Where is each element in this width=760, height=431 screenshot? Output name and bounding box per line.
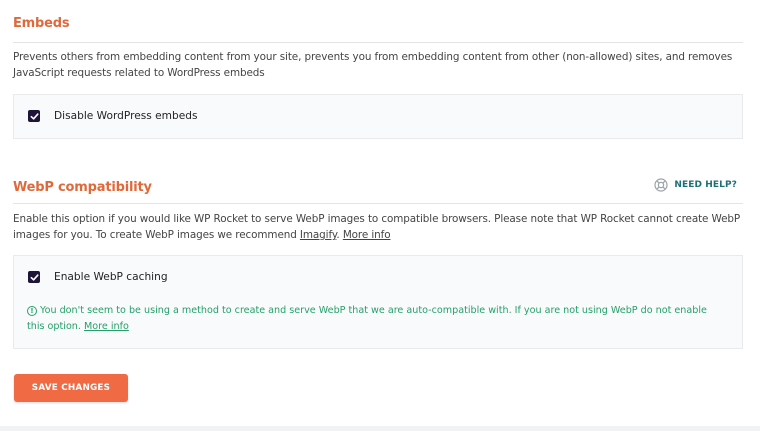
- bottom-edge: [0, 426, 760, 431]
- disable-embeds-checkbox[interactable]: [28, 110, 40, 122]
- disable-embeds-label: Disable WordPress embeds: [54, 110, 198, 122]
- checkmark-icon: [30, 112, 39, 120]
- save-changes-button[interactable]: SAVE CHANGES: [14, 374, 128, 402]
- webp-title: WebP compatibility: [13, 180, 152, 195]
- enable-webp-option[interactable]: Enable WebP caching: [28, 271, 168, 283]
- need-help-link[interactable]: NEED HELP?: [654, 178, 737, 192]
- webp-more-info-link[interactable]: More info: [343, 229, 391, 241]
- webp-description: Enable this option if you would like WP …: [13, 211, 743, 243]
- embeds-title: Embeds: [13, 16, 70, 31]
- checkmark-icon: [30, 273, 39, 281]
- enable-webp-label: Enable WebP caching: [54, 271, 168, 283]
- warning-more-info-link[interactable]: More info: [84, 321, 129, 332]
- lifebuoy-icon: [654, 178, 668, 192]
- disable-embeds-option[interactable]: Disable WordPress embeds: [28, 110, 197, 122]
- embeds-divider: [13, 42, 743, 43]
- webp-section: WebP compatibility: [13, 180, 743, 195]
- webp-divider: [13, 203, 743, 204]
- embeds-description: Prevents others from embedding content f…: [13, 51, 733, 79]
- imagify-link[interactable]: Imagify: [300, 229, 337, 241]
- enable-webp-checkbox[interactable]: [28, 271, 40, 283]
- webp-warning: ! You don't seem to be using a method to …: [27, 303, 727, 335]
- embeds-section: Embeds: [13, 16, 743, 31]
- info-icon: !: [27, 306, 37, 316]
- need-help-label: NEED HELP?: [674, 180, 737, 190]
